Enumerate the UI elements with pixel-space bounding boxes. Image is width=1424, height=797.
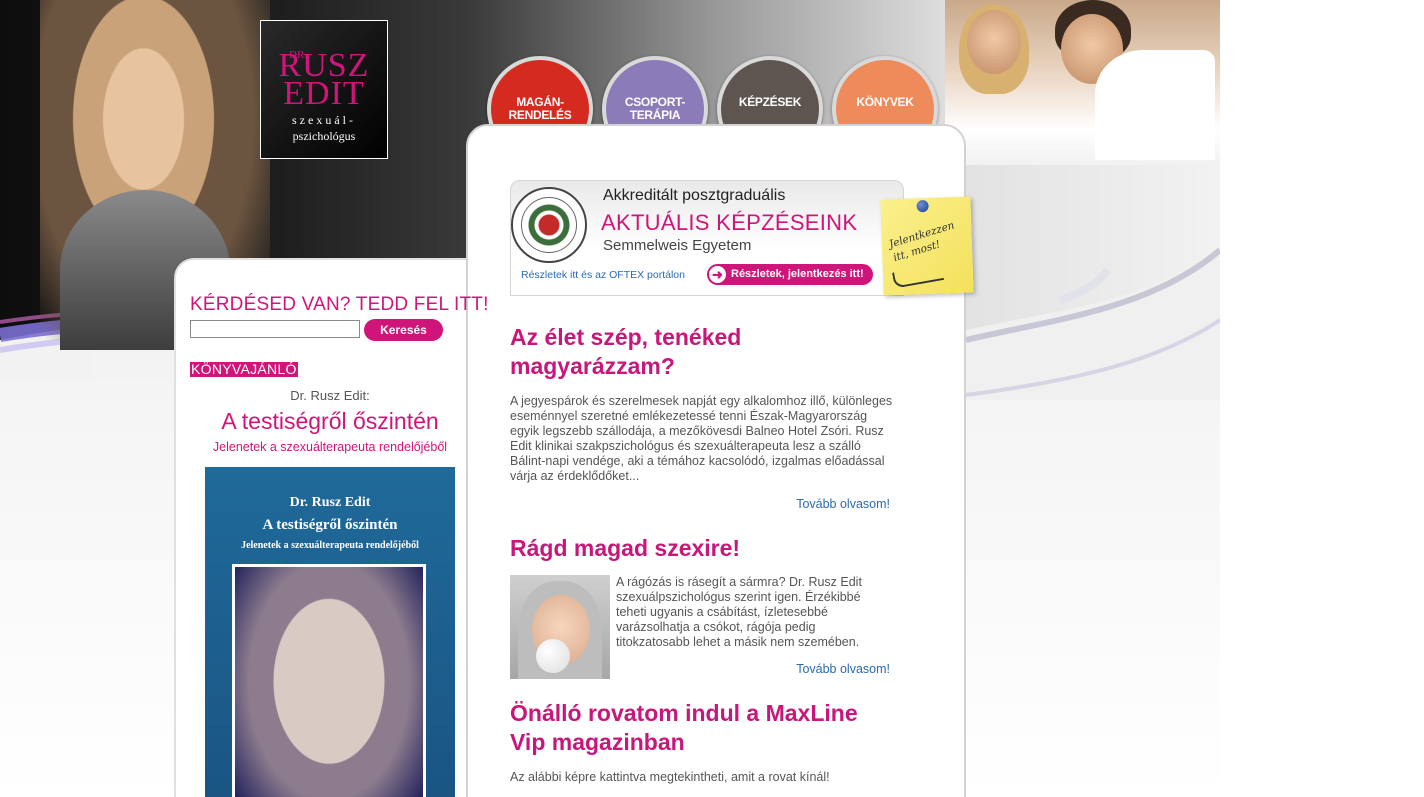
apply-here-button[interactable]: ➜ Részletek, jelentkezés itt! <box>707 264 873 285</box>
ask-question-title: KÉRDÉSED VAN? TEDD FEL ITT! <box>190 294 489 315</box>
cover-title: A testiségről őszintén <box>262 517 398 533</box>
sticky-note-text: Jelentkezzen itt, most! <box>887 219 956 265</box>
bedsheet <box>1095 50 1215 160</box>
read-more-link-1[interactable]: Tovább olvasom! <box>780 497 890 511</box>
accredited-line2: AKTUÁLIS KÉPZÉSEINK <box>601 210 858 235</box>
logo-subtitle-line2: pszichológus <box>292 129 356 143</box>
article-text-3: Az alábbi képre kattintva megtekintheti,… <box>510 770 830 784</box>
read-more-link-2[interactable]: Tovább olvasom! <box>780 662 890 676</box>
book-recommendation-badge: KÖNYVAJÁNLÓ <box>190 361 298 377</box>
logo-subtitle-line1: szexuál- <box>292 113 356 127</box>
accredited-line1: Akkreditált posztgraduális <box>603 187 786 204</box>
book-title[interactable]: A testiségről őszintén <box>190 408 470 435</box>
logo-name-line2: EDIT <box>283 75 365 112</box>
sticky-note[interactable]: Jelentkezzen itt, most! <box>880 196 974 296</box>
article-title-3[interactable]: Önálló rovatom indul a MaxLine Vip magaz… <box>510 699 890 757</box>
article-thumbnail-gum[interactable] <box>510 575 610 679</box>
accredited-line3: Semmelweis Egyetem <box>603 237 752 254</box>
article-text-1: A jegyespárok és szerelmesek napját egy … <box>510 394 893 483</box>
site-container: DR. RUSZ EDIT szexuál- pszichológus MAGÁ… <box>0 0 1220 797</box>
cover-author: Dr. Rusz Edit <box>289 495 371 510</box>
face-shape <box>967 10 1021 74</box>
article-text-2: A rágózás is rásegít a sármra? Dr. Rusz … <box>616 575 862 649</box>
article-title-1[interactable]: Az élet szép, tenéked magyarázzam? <box>510 323 810 381</box>
site-logo[interactable]: DR. RUSZ EDIT szexuál- pszichológus <box>260 20 388 159</box>
thumb-gum-bubble <box>536 639 570 673</box>
hand-drawn-arrow-icon <box>892 264 945 289</box>
seal-crest <box>521 197 577 253</box>
search-button[interactable]: Keresés <box>364 319 443 341</box>
oftex-details-link[interactable]: Részletek itt és az OFTEX portálon <box>521 269 685 281</box>
accredited-training-banner[interactable]: Akkreditált posztgraduális AKTUÁLIS KÉPZ… <box>510 180 904 296</box>
arrow-right-icon: ➜ <box>709 266 726 283</box>
cover-subtitle: Jelenetek a szexuálterapeuta rendelőjébő… <box>241 540 419 551</box>
apply-button-label: Részletek, jelentkezés itt! <box>731 268 864 280</box>
book-cover-image[interactable]: Dr. Rusz Edit A testiségről őszintén Jel… <box>205 467 455 797</box>
book-subtitle: Jelenetek a szexuálterapeuta rendelőjébő… <box>212 440 448 454</box>
couple-photo <box>945 0 1220 165</box>
university-seal-icon <box>511 187 587 263</box>
book-author: Dr. Rusz Edit: <box>290 388 370 403</box>
pushpin-icon <box>916 199 929 213</box>
search-input[interactable] <box>190 320 360 338</box>
article-title-2[interactable]: Rágd magad szexire! <box>510 534 910 563</box>
cover-sculpture-image <box>232 564 426 797</box>
